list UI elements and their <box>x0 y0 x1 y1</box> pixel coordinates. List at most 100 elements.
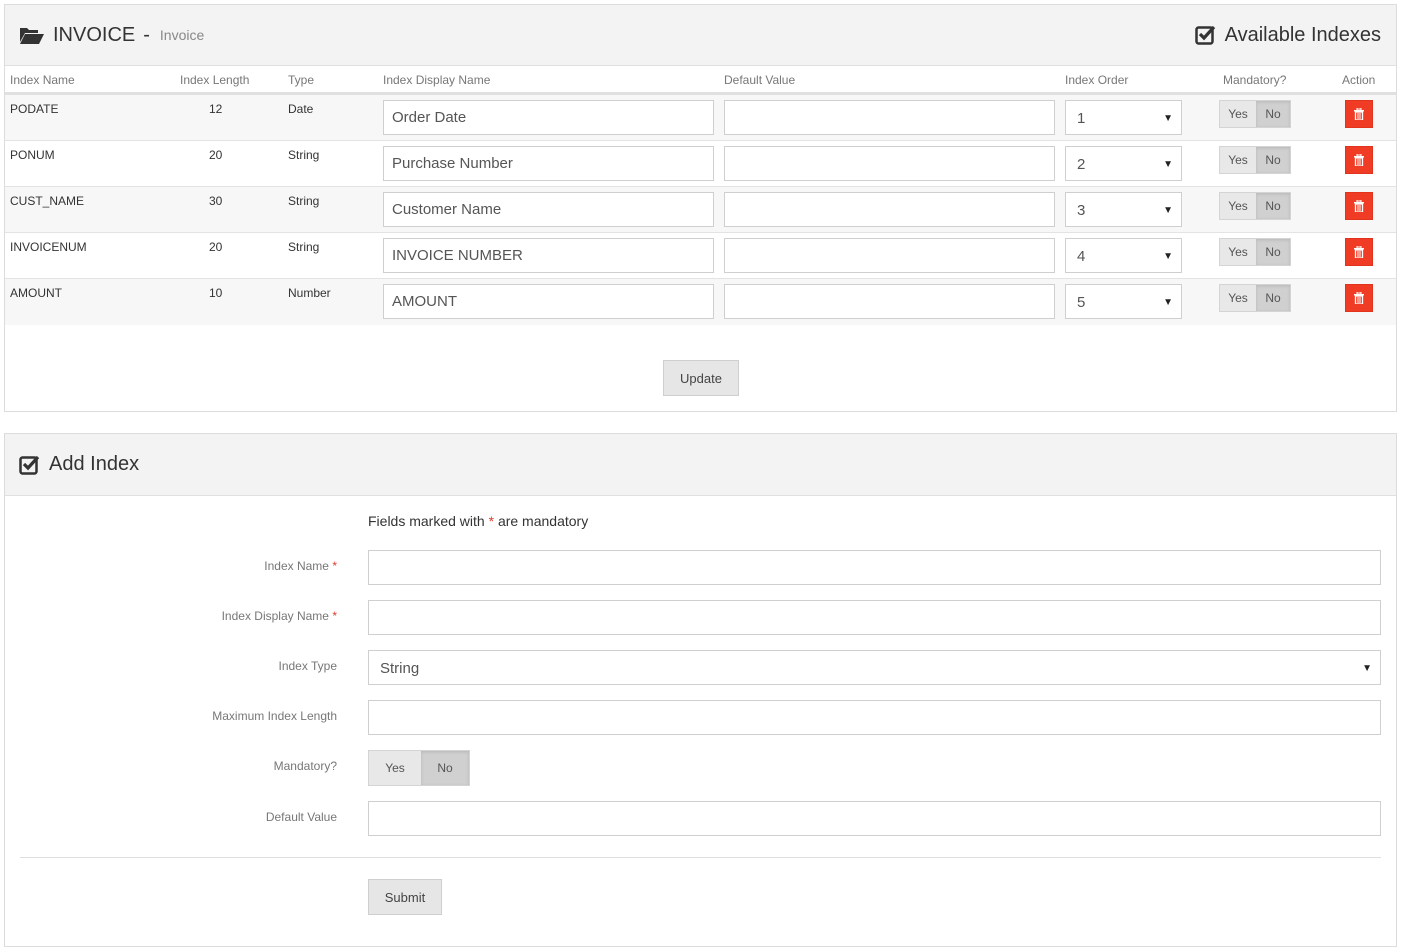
display-name-input[interactable]: Order Date <box>383 100 714 135</box>
display-name-input[interactable]: INVOICE NUMBER <box>383 238 714 273</box>
chevron-down-icon: ▼ <box>1163 205 1173 216</box>
col-type: Type <box>288 73 315 87</box>
default-value-input[interactable] <box>724 146 1055 181</box>
table-row: AMOUNT 10 Number AMOUNT 5 ▼ Yes No <box>5 279 1396 325</box>
delete-button[interactable] <box>1345 284 1373 312</box>
cell-index-name: AMOUNT <box>10 286 62 300</box>
trash-icon <box>1354 292 1364 304</box>
mandatory-toggle: Yes No <box>1219 146 1291 174</box>
max-length-label: Maximum Index Length <box>212 709 337 723</box>
required-star: * <box>332 559 337 573</box>
mandatory-toggle: Yes No <box>1219 192 1291 220</box>
trash-icon <box>1354 246 1364 258</box>
col-index-order: Index Order <box>1065 73 1129 87</box>
mandatory-no-option[interactable]: No <box>1256 147 1290 173</box>
index-order-select[interactable]: 2 ▼ <box>1065 146 1182 181</box>
display-name-label: Index Display Name * <box>222 609 337 623</box>
cell-index-length: 30 <box>209 194 223 208</box>
trash-icon <box>1354 108 1364 120</box>
table-row: PONUM 20 String Purchase Number 2 ▼ Yes No <box>5 141 1396 187</box>
delete-button[interactable] <box>1345 192 1373 220</box>
mandatory-yes-option[interactable]: Yes <box>1220 101 1256 127</box>
trash-icon <box>1354 200 1364 212</box>
index-type-value: String <box>380 660 420 677</box>
default-value-label: Default Value <box>265 810 337 824</box>
submit-button[interactable]: Submit <box>368 879 442 915</box>
max-length-input[interactable] <box>368 700 1381 735</box>
index-type-select[interactable]: String ▼ <box>368 650 1381 685</box>
col-index-name: Index Name <box>10 73 75 87</box>
index-name-label: Index Name * <box>264 559 337 573</box>
mandatory-label: Mandatory? <box>273 759 337 773</box>
add-index-header: Add Index <box>5 434 1396 496</box>
index-name-input[interactable] <box>368 550 1381 585</box>
check-square-icon <box>1194 24 1217 46</box>
mandatory-yes-option[interactable]: Yes <box>1220 239 1256 265</box>
table-row: PODATE 12 Date Order Date 1 ▼ Yes No <box>5 95 1396 141</box>
form-divider <box>20 857 1381 858</box>
indexes-table-header: Index Name Index Length Type Index Displ… <box>5 66 1396 95</box>
default-value-input[interactable] <box>724 284 1055 319</box>
index-order-select[interactable]: 4 ▼ <box>1065 238 1182 273</box>
hint-prefix: Fields marked with <box>368 513 485 529</box>
chevron-down-icon: ▼ <box>1163 251 1173 262</box>
available-indexes-heading: Available Indexes <box>1194 5 1381 65</box>
available-indexes-label: Available Indexes <box>1224 23 1381 46</box>
default-value-input[interactable] <box>724 192 1055 227</box>
mandatory-yes-option[interactable]: Yes <box>1220 147 1256 173</box>
default-value-input[interactable] <box>724 100 1055 135</box>
add-index-label: Add Index <box>49 453 140 475</box>
chevron-down-icon: ▼ <box>1163 159 1173 170</box>
mandatory-yes-option[interactable]: Yes <box>1220 193 1256 219</box>
display-name-input[interactable]: AMOUNT <box>383 284 714 319</box>
default-value-input[interactable] <box>368 801 1381 836</box>
cell-type: String <box>288 240 320 254</box>
mandatory-no-option[interactable]: No <box>1256 285 1290 311</box>
mandatory-yes-option[interactable]: Yes <box>1220 285 1256 311</box>
update-button[interactable]: Update <box>663 360 739 396</box>
mandatory-toggle: Yes No <box>368 750 470 786</box>
col-index-length: Index Length <box>180 73 250 87</box>
delete-button[interactable] <box>1345 238 1373 266</box>
mandatory-hint: Fields marked with * are mandatory <box>368 513 588 529</box>
mandatory-no-option[interactable]: No <box>1256 101 1290 127</box>
cell-index-length: 12 <box>209 102 223 116</box>
folder-open-icon <box>19 25 45 45</box>
mandatory-toggle: Yes No <box>1219 284 1291 312</box>
mandatory-no-option[interactable]: No <box>1256 193 1290 219</box>
required-star: * <box>332 609 337 623</box>
mandatory-no-option[interactable]: No <box>1256 239 1290 265</box>
add-index-panel: Add Index Fields marked with * are manda… <box>4 433 1397 947</box>
delete-button[interactable] <box>1345 100 1373 128</box>
display-name-input[interactable]: Customer Name <box>383 192 714 227</box>
default-value-input[interactable] <box>724 238 1055 273</box>
document-type-subtitle: Invoice <box>159 27 205 43</box>
display-name-input[interactable]: Purchase Number <box>383 146 714 181</box>
cell-index-length: 20 <box>209 148 223 162</box>
col-action: Action <box>1342 73 1376 87</box>
indexes-panel-title: INVOICE - Invoice <box>19 5 204 65</box>
index-order-select[interactable]: 1 ▼ <box>1065 100 1182 135</box>
cell-index-name: PONUM <box>10 148 55 162</box>
mandatory-yes-option[interactable]: Yes <box>369 751 421 785</box>
chevron-down-icon: ▼ <box>1163 297 1173 308</box>
display-name-input[interactable] <box>368 600 1381 635</box>
required-star: * <box>488 513 495 529</box>
hint-suffix: are mandatory <box>497 513 589 529</box>
document-type-name: INVOICE <box>53 23 136 46</box>
chevron-down-icon: ▼ <box>1362 663 1372 674</box>
index-order-select[interactable]: 5 ▼ <box>1065 284 1182 319</box>
cell-index-length: 10 <box>209 286 223 300</box>
add-index-title: Add Index <box>19 434 139 495</box>
delete-button[interactable] <box>1345 146 1373 174</box>
cell-type: Date <box>288 102 314 116</box>
cell-index-name: INVOICENUM <box>10 240 87 254</box>
index-name-label-text: Index Name <box>264 559 329 573</box>
indexes-table-body: PODATE 12 Date Order Date 1 ▼ Yes No PONUM 20 Stri… <box>5 95 1396 325</box>
mandatory-toggle: Yes No <box>1219 100 1291 128</box>
mandatory-toggle: Yes No <box>1219 238 1291 266</box>
cell-type: Number <box>288 286 331 300</box>
table-row: INVOICENUM 20 String INVOICE NUMBER 4 ▼ Yes No <box>5 233 1396 279</box>
index-order-select[interactable]: 3 ▼ <box>1065 192 1182 227</box>
mandatory-no-option[interactable]: No <box>421 751 469 785</box>
